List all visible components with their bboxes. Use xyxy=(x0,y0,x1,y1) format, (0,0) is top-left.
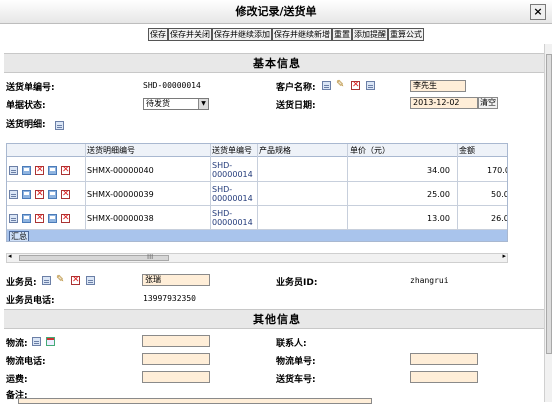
save-icon[interactable] xyxy=(22,214,31,223)
date-field[interactable]: 2013-12-02 xyxy=(410,97,478,109)
copy-icon[interactable] xyxy=(48,190,57,199)
add-reminder-button[interactable]: 添加提醒 xyxy=(352,28,388,41)
edit-icon[interactable] xyxy=(336,79,345,90)
delete-icon[interactable] xyxy=(35,213,44,223)
salesman-field[interactable]: 张瑞 xyxy=(142,274,210,286)
save-icon[interactable] xyxy=(22,190,31,199)
column-header[interactable]: 产品规格 xyxy=(259,145,291,156)
cell-detail-no: SHMX-00000040 xyxy=(87,166,154,175)
phone-value: 13997932350 xyxy=(143,294,196,303)
clear-icon[interactable] xyxy=(71,275,80,285)
status-select[interactable]: 待发货 ▼ xyxy=(143,98,209,110)
remove-icon[interactable] xyxy=(61,189,70,199)
window-titlebar: 修改记录/送货单 × xyxy=(0,0,552,24)
window-title: 修改记录/送货单 xyxy=(235,5,317,18)
select-list-icon[interactable] xyxy=(322,81,331,90)
phone-label: 业务员电话: xyxy=(6,296,55,306)
freight-label: 运费: xyxy=(6,375,28,385)
summary-row: 汇总 xyxy=(7,230,507,241)
view-icon[interactable] xyxy=(9,190,18,199)
column-header[interactable]: 金额 xyxy=(459,145,475,156)
horizontal-scrollbar[interactable]: ◂ III ▸ xyxy=(6,252,508,263)
cell-detail-no: SHMX-00000039 xyxy=(87,190,154,199)
cell-price: 34.00 xyxy=(427,166,450,175)
detail-icon[interactable] xyxy=(46,337,55,346)
column-header[interactable]: 送货单编号 xyxy=(212,145,252,156)
order-no-label: 送货单编号: xyxy=(6,83,55,93)
status-label: 单据状态: xyxy=(6,101,46,111)
cell-amount: 50.0 xyxy=(491,190,508,199)
vertical-scrollbar[interactable] xyxy=(544,44,552,402)
table-row[interactable]: SHMX-00000038 SHD-00000014 13.00 26.0 xyxy=(7,206,508,230)
save-button[interactable]: 保存 xyxy=(148,28,168,41)
table-row[interactable]: SHMX-00000039 SHD-00000014 25.00 50.0 xyxy=(7,182,508,206)
cell-amount: 26.0 xyxy=(491,214,508,223)
reset-button[interactable]: 重置 xyxy=(332,28,352,41)
order-no-value: SHD-00000014 xyxy=(143,81,201,90)
scroll-thumb[interactable] xyxy=(546,54,552,354)
view-icon[interactable] xyxy=(9,166,18,175)
cell-order-no[interactable]: SHD-00000014 xyxy=(212,209,253,227)
delete-icon[interactable] xyxy=(35,165,44,175)
add-detail-icon[interactable] xyxy=(55,121,64,130)
edit-icon[interactable] xyxy=(56,274,65,285)
select-list-icon[interactable] xyxy=(32,337,41,346)
detail-table: 送货明细编号 送货单编号 产品规格 单价（元） 金额 SHMX-00000040… xyxy=(6,143,508,242)
cell-order-no[interactable]: SHD-00000014 xyxy=(212,161,253,179)
column-header[interactable]: 送货明细编号 xyxy=(87,145,135,156)
scroll-right-icon[interactable]: ▸ xyxy=(502,252,506,260)
clear-icon[interactable] xyxy=(351,80,360,90)
select-list-icon[interactable] xyxy=(42,276,51,285)
cell-price: 25.00 xyxy=(427,190,450,199)
salesman-id-value: zhangrui xyxy=(410,276,449,285)
salesman-label: 业务员: xyxy=(6,278,37,288)
status-value: 待发货 xyxy=(146,99,170,108)
save-icon[interactable] xyxy=(22,166,31,175)
remark-field[interactable] xyxy=(18,398,372,404)
logistics-phone-field[interactable] xyxy=(142,353,210,365)
section-basic-info: 基本信息 xyxy=(4,53,550,73)
cell-amount: 170.0 xyxy=(487,166,508,175)
freight-field[interactable] xyxy=(142,371,210,383)
logistics-no-field[interactable] xyxy=(410,353,478,365)
recalculate-button[interactable]: 重算公式 xyxy=(388,28,424,41)
clear-date-button[interactable]: 清空 xyxy=(478,97,498,109)
copy-icon[interactable] xyxy=(48,166,57,175)
table-row[interactable]: SHMX-00000040 SHD-00000014 34.00 170.0 xyxy=(7,158,508,182)
customer-field[interactable]: 李先生 xyxy=(410,80,466,92)
summary-label: 汇总 xyxy=(9,231,29,241)
toolbar: 保存 保存并关闭 保存并继续添加 保存并继续新增 重置 添加提醒 重算公式 xyxy=(148,28,424,41)
cell-price: 13.00 xyxy=(427,214,450,223)
logistics-no-label: 物流单号: xyxy=(276,357,316,367)
delete-icon[interactable] xyxy=(35,189,44,199)
customer-label: 客户名称: xyxy=(276,83,316,93)
salesman-id-label: 业务员ID: xyxy=(276,278,318,288)
logistics-phone-label: 物流电话: xyxy=(6,357,46,367)
section-other-info: 其他信息 xyxy=(4,309,550,329)
detail-icon[interactable] xyxy=(86,276,95,285)
save-and-continue-new-button[interactable]: 保存并继续新增 xyxy=(272,28,332,41)
chevron-down-icon[interactable]: ▼ xyxy=(198,99,208,109)
date-label: 送货日期: xyxy=(276,101,316,111)
scroll-grip: III xyxy=(147,253,154,261)
save-and-continue-add-button[interactable]: 保存并继续添加 xyxy=(212,28,272,41)
close-icon[interactable]: × xyxy=(530,4,546,20)
vehicle-field[interactable] xyxy=(410,371,478,383)
remove-icon[interactable] xyxy=(61,213,70,223)
cell-order-no[interactable]: SHD-00000014 xyxy=(212,185,253,203)
contact-label: 联系人: xyxy=(276,339,307,349)
copy-icon[interactable] xyxy=(48,214,57,223)
cell-detail-no: SHMX-00000038 xyxy=(87,214,154,223)
view-icon[interactable] xyxy=(9,214,18,223)
scroll-left-icon[interactable]: ◂ xyxy=(8,252,12,260)
remove-icon[interactable] xyxy=(61,165,70,175)
logistics-field[interactable] xyxy=(142,335,210,347)
logistics-label: 物流: xyxy=(6,339,28,349)
column-header[interactable]: 单价（元） xyxy=(350,145,390,156)
vehicle-label: 送货车号: xyxy=(276,375,316,385)
detail-icon[interactable] xyxy=(366,81,375,90)
detail-label: 送货明细: xyxy=(6,120,46,130)
save-and-close-button[interactable]: 保存并关闭 xyxy=(168,28,212,41)
